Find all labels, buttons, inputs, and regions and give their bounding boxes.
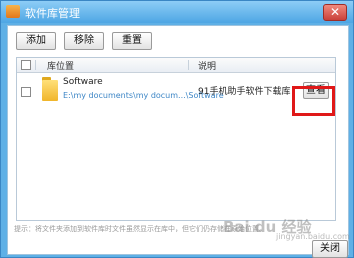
remove-button[interactable]: 移除 (64, 32, 104, 50)
hint-text: 提示：将文件夹添加到软件库时文件虽然显示在库中，但它们仍存储在原始位置。 (14, 225, 266, 233)
list-header: 库位置 说明 (17, 58, 335, 73)
row-checkbox[interactable] (21, 87, 31, 97)
header-divider (35, 60, 36, 70)
close-button[interactable]: 关闭 (312, 240, 348, 258)
column-header-location[interactable]: 库位置 (47, 59, 74, 72)
list-item[interactable]: Software E:\my documents\my docum...\Sof… (17, 73, 335, 109)
folder-icon (42, 77, 58, 101)
content-area: 添加 移除 重置 库位置 说明 Software E:\my documents… (7, 25, 350, 258)
library-list: 库位置 说明 Software E:\my documents\my docum… (16, 57, 336, 221)
header-divider (188, 60, 189, 70)
app-icon (6, 5, 20, 18)
library-name: Software (63, 77, 103, 87)
library-description: 91手机助手软件下载库 (198, 87, 291, 97)
add-button[interactable]: 添加 (16, 32, 56, 50)
window-title: 软件库管理 (25, 7, 80, 20)
column-header-description[interactable]: 说明 (198, 59, 216, 72)
reset-button[interactable]: 重置 (112, 32, 152, 50)
software-library-window: 软件库管理 ✕ 添加 移除 重置 库位置 说明 Software E:\my d… (0, 0, 354, 258)
red-highlight-box (292, 86, 335, 116)
title-bar: 软件库管理 ✕ (1, 1, 353, 23)
select-all-checkbox[interactable] (21, 60, 31, 70)
window-close-button[interactable]: ✕ (323, 4, 347, 21)
